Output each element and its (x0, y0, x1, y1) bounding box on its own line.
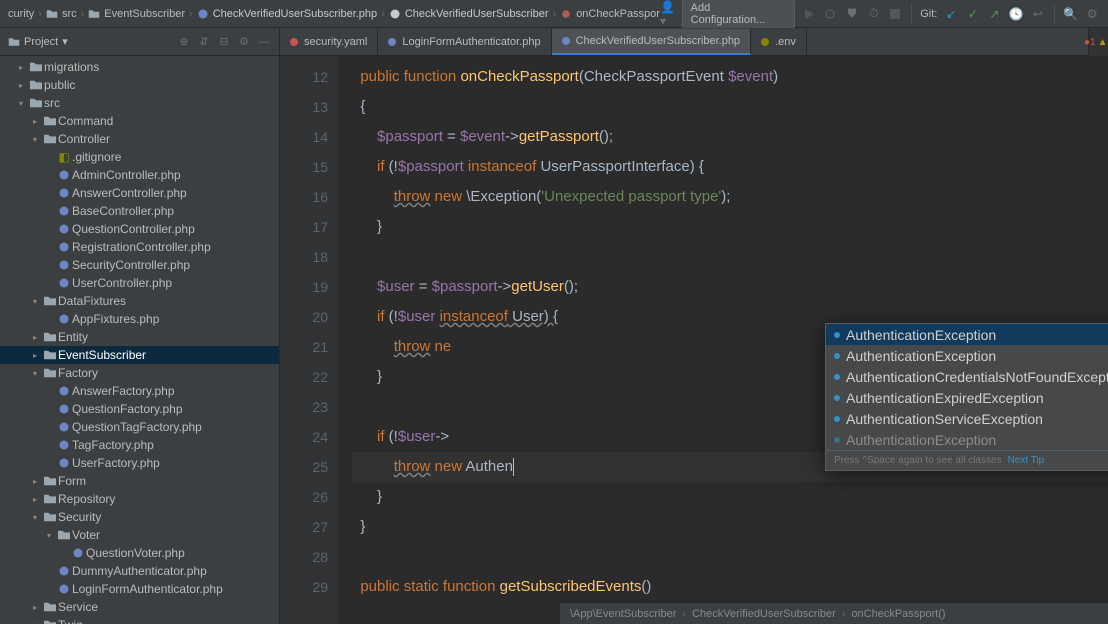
tree-file[interactable]: AppFixtures.php (0, 310, 279, 328)
tree-folder[interactable]: ▾Controller (0, 130, 279, 148)
completion-item[interactable]: AuthenticationException[Symfony\Compon… (826, 345, 1108, 366)
tree-file[interactable]: TagFactory.php (0, 436, 279, 454)
tree-folder[interactable]: ▸public (0, 76, 279, 94)
hide-icon[interactable]: — (257, 35, 271, 49)
completion-item[interactable]: AuthenticationServiceException[Symfony… (826, 408, 1108, 429)
tree-folder[interactable]: ▸migrations (0, 58, 279, 76)
select-file-icon[interactable]: ⊕ (177, 35, 191, 49)
tree-file[interactable]: BaseController.php (0, 202, 279, 220)
tree-folder[interactable]: ▾Twig (0, 616, 279, 624)
git-update-icon[interactable]: ↙ (943, 6, 959, 22)
git-push-icon[interactable]: ↗ (987, 6, 1003, 22)
project-tool-title[interactable]: Project ▾ (8, 35, 68, 48)
editor-breadcrumbs: \App\EventSubscriber› CheckVerifiedUserS… (560, 602, 1108, 624)
editor-tab[interactable]: security.yaml (280, 29, 378, 55)
tree-folder[interactable]: ▾Security (0, 508, 279, 526)
collapse-icon[interactable]: ⊟ (217, 35, 231, 49)
run-icon[interactable] (801, 6, 817, 22)
tree-file[interactable]: LoginFormAuthenticator.php (0, 580, 279, 598)
next-tip-link[interactable]: Next Tip (1008, 455, 1045, 466)
stop-icon[interactable] (888, 6, 904, 22)
tree-folder[interactable]: ▾src (0, 94, 279, 112)
tree-file[interactable]: UserFactory.php (0, 454, 279, 472)
tree-folder[interactable]: ▾Voter (0, 526, 279, 544)
tree-file[interactable]: QuestionTagFactory.php (0, 418, 279, 436)
git-rollback-icon[interactable]: ↩ (1030, 6, 1046, 22)
tree-file[interactable]: QuestionController.php (0, 220, 279, 238)
tree-file[interactable]: SecurityController.php (0, 256, 279, 274)
tool-settings-icon[interactable]: ⚙ (237, 35, 251, 49)
top-toolbar: curity› src› EventSubscriber› CheckVerif… (0, 0, 1108, 28)
completion-item[interactable]: AuthenticationExpiredException[Symfony… (826, 387, 1108, 408)
run-config-button[interactable]: Add Configuration... (682, 0, 795, 29)
completion-item[interactable]: AuthenticationCredentialsNotFoundExcept… (826, 366, 1108, 387)
tree-file[interactable]: AnswerController.php (0, 184, 279, 202)
editor-tab[interactable]: .env (751, 29, 807, 55)
project-sidebar: Project ▾ ⊕ ⇵ ⊟ ⚙ — ▸migrations▸public▾s… (0, 28, 280, 624)
tree-folder[interactable]: ▸Form (0, 472, 279, 490)
tree-file[interactable]: AdminController.php (0, 166, 279, 184)
editor-tab[interactable]: CheckVerifiedUserSubscriber.php (552, 29, 751, 55)
tree-file[interactable]: ◧.gitignore (0, 148, 279, 166)
tree-folder[interactable]: ▸EventSubscriber (0, 346, 279, 364)
search-icon[interactable]: 🔍 (1063, 6, 1079, 22)
git-history-icon[interactable]: 🕓 (1008, 6, 1024, 22)
debug-icon[interactable] (823, 6, 839, 22)
inspection-widget[interactable]: ●1 ▲6 (1088, 28, 1108, 56)
tree-file[interactable]: RegistrationController.php (0, 238, 279, 256)
settings-icon[interactable]: ⚙ (1084, 6, 1100, 22)
tree-folder[interactable]: ▸Entity (0, 328, 279, 346)
tree-file[interactable]: DummyAuthenticator.php (0, 562, 279, 580)
completion-hint: Press ^Space again to see all classesNex… (826, 450, 1108, 470)
tree-folder[interactable]: ▾DataFixtures (0, 292, 279, 310)
tree-folder[interactable]: ▸Repository (0, 490, 279, 508)
project-tree[interactable]: ▸migrations▸public▾src▸Command▾Controlle… (0, 56, 279, 624)
tree-folder[interactable]: ▸Service (0, 598, 279, 616)
completion-item[interactable]: AuthenticationException[MongoDB\Driver… (826, 324, 1108, 345)
tree-file[interactable]: UserController.php (0, 274, 279, 292)
coverage-icon[interactable]: ⛊ (844, 6, 860, 22)
profile-icon[interactable]: ⏱ (866, 6, 882, 22)
gutter: 121314151617181920212223242526272829 (280, 56, 338, 624)
tree-folder[interactable]: ▾Factory (0, 364, 279, 382)
completion-popup[interactable]: AuthenticationException[MongoDB\Driver…A… (825, 323, 1108, 471)
tree-file[interactable]: QuestionVoter.php (0, 544, 279, 562)
completion-item[interactable]: AuthenticationException[Cassandra\Exce… (826, 429, 1108, 450)
tree-folder[interactable]: ▸Command (0, 112, 279, 130)
tree-file[interactable]: AnswerFactory.php (0, 382, 279, 400)
git-commit-icon[interactable]: ✓ (965, 6, 981, 22)
user-icon[interactable]: 👤▾ (660, 6, 676, 22)
git-label: Git: (920, 8, 937, 20)
tree-file[interactable]: QuestionFactory.php (0, 400, 279, 418)
breadcrumb: curity› src› EventSubscriber› CheckVerif… (0, 8, 660, 20)
expand-icon[interactable]: ⇵ (197, 35, 211, 49)
editor-tabs: security.yamlLoginFormAuthenticator.phpC… (280, 28, 1108, 56)
editor-tab[interactable]: LoginFormAuthenticator.php (378, 29, 551, 55)
